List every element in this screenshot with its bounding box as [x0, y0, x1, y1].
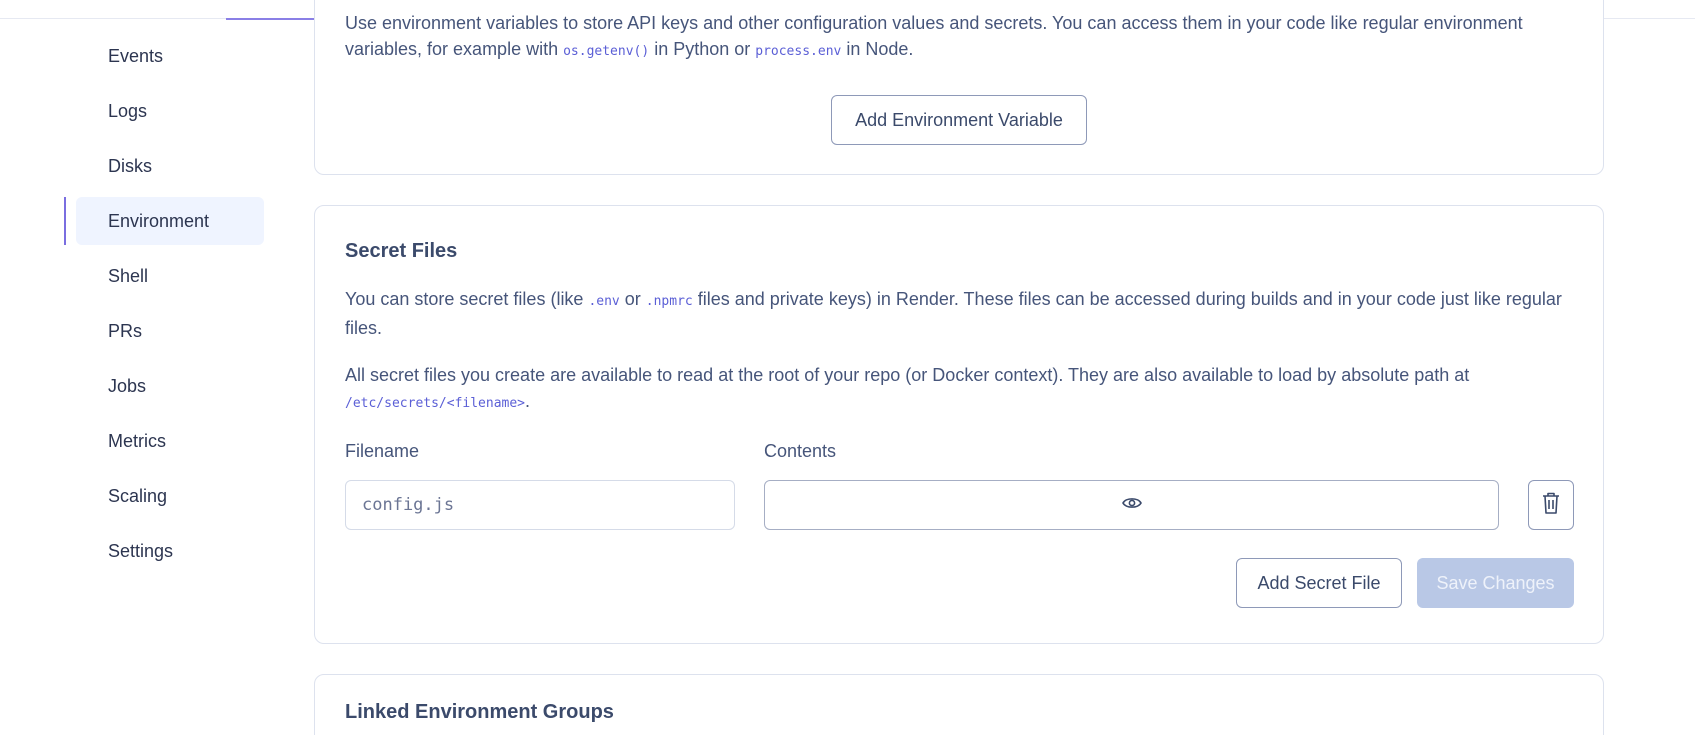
code-secrets-path: /etc/secrets/<filename>: [345, 396, 526, 411]
code-npmrc: .npmrc: [645, 294, 693, 309]
save-changes-button[interactable]: Save Changes: [1417, 558, 1574, 608]
sidebar-item-scaling[interactable]: Scaling: [76, 472, 264, 520]
code-process-env: process.env: [755, 44, 842, 59]
secret-files-card: Secret Files You can store secret files …: [314, 205, 1604, 644]
contents-field[interactable]: [764, 480, 1499, 530]
eye-icon[interactable]: [1121, 496, 1142, 515]
sidebar-item-disks[interactable]: Disks: [76, 142, 264, 190]
trash-icon: [1541, 491, 1561, 520]
env-description: Use environment variables to store API k…: [345, 13, 1523, 59]
secret-files-path-description: All secret files you create are availabl…: [345, 365, 1470, 411]
sidebar-item-prs[interactable]: PRs: [76, 307, 264, 355]
sidebar-item-environment[interactable]: Environment: [64, 197, 264, 245]
sidebar-item-shell[interactable]: Shell: [76, 252, 264, 300]
add-secret-file-button[interactable]: Add Secret File: [1236, 558, 1402, 608]
filename-label: Filename: [345, 441, 420, 461]
sidebar-item-settings[interactable]: Settings: [76, 527, 264, 575]
secret-files-title: Secret Files: [345, 240, 458, 262]
contents-label: Contents: [764, 441, 837, 461]
linked-groups-title: Linked Environment Groups: [345, 701, 614, 723]
sidebar-item-logs[interactable]: Logs: [76, 87, 264, 135]
linked-environment-groups-card: Linked Environment Groups: [314, 674, 1604, 735]
add-environment-variable-button[interactable]: Add Environment Variable: [831, 95, 1087, 145]
sidebar-item-metrics[interactable]: Metrics: [76, 417, 264, 465]
code-env: .env: [588, 294, 620, 309]
code-getenv: os.getenv(): [563, 44, 650, 59]
environment-variables-card: Use environment variables to store API k…: [314, 0, 1604, 175]
sidebar-nav: Events Logs Disks Environment Shell PRs …: [64, 32, 264, 582]
delete-secret-file-button[interactable]: [1528, 480, 1574, 530]
sidebar-item-events[interactable]: Events: [76, 32, 264, 80]
secret-files-description: You can store secret files (like .env or…: [345, 289, 1562, 338]
sidebar-item-jobs[interactable]: Jobs: [76, 362, 264, 410]
filename-input[interactable]: config.js: [345, 480, 735, 530]
